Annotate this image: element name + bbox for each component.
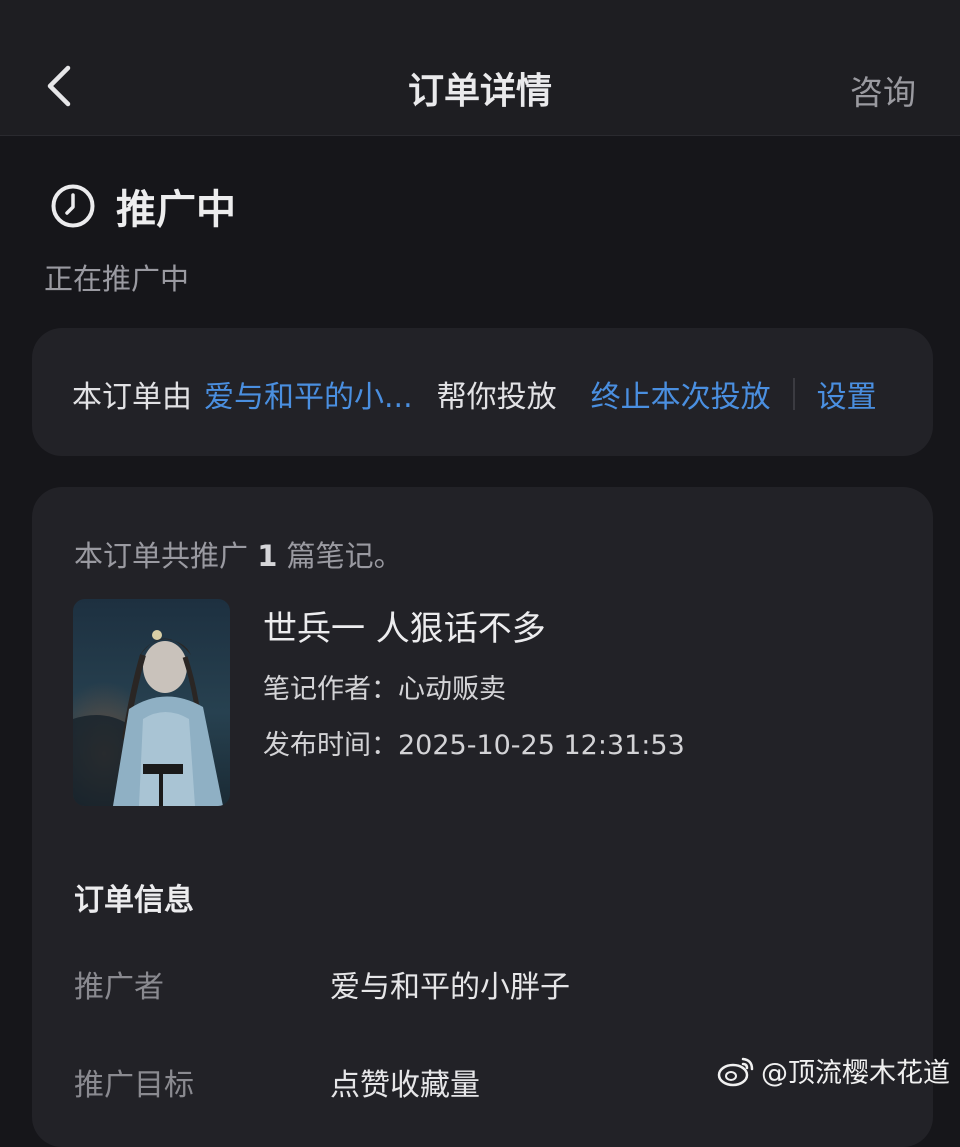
clock-icon: [51, 184, 95, 228]
delegation-suffix: 帮你投放: [436, 380, 557, 415]
time-label: 发布时间：: [263, 730, 398, 761]
page-title: 订单详情: [407, 71, 552, 112]
divider: [792, 378, 795, 410]
status-subtitle: 正在推广中: [44, 262, 190, 296]
promoter-label: 推广者: [74, 970, 164, 1005]
author-label: 笔记作者：: [263, 674, 398, 705]
author-name: 心动贩卖: [398, 674, 506, 705]
summary-suffix: 篇笔记。: [286, 539, 403, 573]
note-time-row: 发布时间：2025-10-25 12:31:53: [263, 723, 685, 762]
order-card: 本订单共推广 1 篇笔记。 世兵一 人狠话不多 笔记作者：心动贩卖 发布时间：2…: [32, 487, 933, 1147]
target-label: 推广目标: [74, 1068, 194, 1103]
notes-count: 1: [257, 539, 278, 573]
status-header: 推广中: [50, 178, 236, 234]
notes-summary: 本订单共推广 1 篇笔记。: [74, 533, 403, 575]
delegation-prefix: 本订单由: [72, 380, 192, 415]
settings-button[interactable]: 设置: [817, 372, 877, 416]
watermark: @顶流樱木花道: [717, 1051, 950, 1090]
weibo-icon: [717, 1057, 754, 1086]
promoter-value: 爱与和平的小胖子: [330, 970, 570, 1005]
watermark-text: @顶流樱木花道: [761, 1058, 950, 1089]
order-info-title: 订单信息: [74, 883, 194, 918]
note-title[interactable]: 世兵一 人狠话不多: [263, 601, 546, 650]
nav-bar: 订单详情 咨询: [0, 0, 960, 136]
note-author-row: 笔记作者：心动贩卖: [263, 667, 506, 706]
publish-time: 2025-10-25 12:31:53: [398, 730, 685, 761]
target-value: 点赞收藏量: [330, 1068, 480, 1103]
status-title: 推广中: [116, 187, 236, 233]
note-cover-image: [73, 599, 230, 806]
stop-delivery-button[interactable]: 终止本次投放: [591, 372, 771, 416]
note-thumbnail[interactable]: [73, 599, 230, 806]
delegation-card: 本订单由 爱与和平的小... 帮你投放 终止本次投放 设置: [32, 328, 933, 456]
delegator-link[interactable]: 爱与和平的小...: [204, 372, 413, 416]
summary-prefix: 本订单共推广: [74, 539, 249, 573]
consult-button[interactable]: 咨询: [850, 66, 916, 114]
